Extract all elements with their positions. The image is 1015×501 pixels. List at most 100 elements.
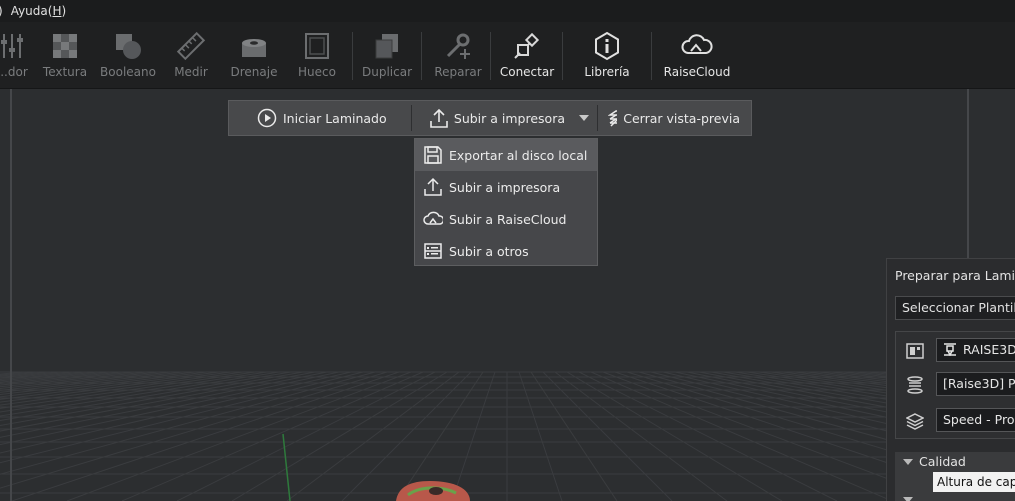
tool-label: Hueco bbox=[298, 65, 336, 79]
menu-item-export-local[interactable]: Exportar al disco local bbox=[415, 139, 597, 171]
start-slicing-label: Iniciar Laminado bbox=[283, 110, 387, 126]
tool-label: Drenaje bbox=[230, 65, 278, 79]
toolbar-separator bbox=[421, 32, 422, 80]
grid-line bbox=[0, 371, 364, 464]
start-slicing-button[interactable]: Iniciar Laminado bbox=[229, 101, 411, 135]
panel-title: Preparar para Lamin bbox=[895, 268, 1015, 283]
chevron-down-icon[interactable] bbox=[579, 115, 589, 121]
sliders-icon bbox=[1, 34, 23, 58]
tool-hueco[interactable]: Hueco bbox=[295, 22, 339, 89]
ruler-icon bbox=[176, 31, 206, 61]
grid-line bbox=[0, 371, 232, 403]
tool-duplicar[interactable]: Duplicar bbox=[361, 22, 413, 89]
layers-icon bbox=[608, 110, 618, 127]
grid-line bbox=[341, 371, 472, 501]
template-select[interactable]: Seleccionar Plantilla bbox=[895, 296, 1015, 320]
profile-field[interactable]: Speed - Pro2 bbox=[936, 408, 1015, 432]
menu-item-label: Subir a RaiseCloud bbox=[449, 211, 567, 227]
tool-sliders[interactable]: ..dor bbox=[0, 22, 36, 89]
printer-row: RAISE3D bbox=[896, 338, 1015, 364]
grid-line bbox=[121, 371, 424, 501]
tool-label: Conectar bbox=[499, 65, 555, 79]
material-row: [Raise3D] Pre bbox=[896, 372, 1015, 398]
toolbar-separator bbox=[352, 32, 353, 80]
tool-label: Textura bbox=[42, 65, 88, 79]
upload-icon bbox=[430, 108, 448, 128]
server-icon bbox=[424, 243, 442, 259]
close-preview-button[interactable]: Cerrar vista-previa bbox=[598, 101, 748, 135]
tool-label: Medir bbox=[174, 65, 208, 79]
cloud-icon bbox=[423, 211, 443, 225]
tool-label: RaiseCloud bbox=[663, 65, 731, 79]
prepare-slicing-panel: Preparar para Lamin Seleccionar Plantill… bbox=[886, 258, 1015, 501]
grid-line bbox=[590, 371, 893, 501]
close-preview-label: Cerrar vista-previa bbox=[623, 110, 740, 126]
tool-booleano[interactable]: Booleano bbox=[99, 22, 157, 89]
tool-reparar[interactable]: Reparar bbox=[432, 22, 484, 89]
grid-line bbox=[0, 371, 220, 400]
menu-item-label: Exportar al disco local bbox=[449, 147, 588, 163]
toolbar-separator bbox=[490, 32, 491, 80]
printer-settings-box: RAISE3D [Raise3D] Pre Speed - Pro2 bbox=[895, 331, 1015, 439]
grid-line bbox=[530, 371, 618, 501]
material-field[interactable]: [Raise3D] Pre bbox=[936, 372, 1015, 396]
tool-label: Reparar bbox=[434, 65, 482, 79]
chevron-down-icon bbox=[903, 497, 913, 501]
chevron-down-icon bbox=[903, 459, 913, 465]
connect-icon bbox=[514, 32, 540, 59]
boolean-icon bbox=[116, 34, 141, 59]
info-icon bbox=[595, 31, 619, 61]
toolbar: ..dor Textura Booleano Medir Drenaje Hue… bbox=[0, 22, 1015, 89]
hollow-icon bbox=[305, 33, 329, 59]
repair-icon bbox=[446, 33, 470, 59]
layer-height-field[interactable]: Altura de cap bbox=[933, 472, 1015, 492]
printer-name: RAISE3D bbox=[963, 342, 1015, 357]
upload-dropdown-menu: Exportar al disco local Subir a impresor… bbox=[414, 138, 598, 266]
menu-item-upload-raisecloud[interactable]: Subir a RaiseCloud bbox=[415, 203, 597, 235]
grid-line bbox=[578, 371, 838, 501]
quality-section[interactable]: Calidad Altura de cap bbox=[895, 452, 1015, 501]
grid-line bbox=[176, 371, 436, 501]
tool-label: Librería bbox=[584, 65, 630, 79]
save-icon bbox=[424, 146, 442, 164]
tool-label: ..dor bbox=[0, 65, 28, 79]
menu-item-truncated[interactable]: ) bbox=[0, 4, 3, 18]
extruder-icon bbox=[944, 343, 956, 357]
menu-item-label: Subir a impresora bbox=[449, 179, 561, 195]
upload-printer-button[interactable]: Subir a impresora bbox=[412, 101, 597, 135]
tool-drenaje[interactable]: Drenaje bbox=[229, 22, 279, 89]
tool-medir[interactable]: Medir bbox=[172, 22, 210, 89]
grid-line bbox=[554, 371, 728, 501]
tool-textura[interactable]: Textura bbox=[41, 22, 89, 89]
upload-icon bbox=[424, 177, 442, 196]
profile-row: Speed - Pro2 bbox=[896, 408, 1015, 434]
menu-item-upload-others[interactable]: Subir a otros bbox=[415, 235, 597, 267]
printer-field[interactable]: RAISE3D bbox=[936, 338, 1015, 362]
grid-line bbox=[451, 371, 496, 501]
action-bar: Iniciar Laminado Subir a impresora Cerra… bbox=[228, 100, 752, 136]
grid-line bbox=[518, 371, 563, 501]
toolbar-separator bbox=[562, 32, 563, 80]
menu-help-text: Ayuda( bbox=[10, 4, 53, 18]
cloud-icon bbox=[681, 34, 713, 54]
tool-label: Booleano bbox=[100, 65, 156, 79]
tool-label: Duplicar bbox=[361, 65, 412, 79]
upload-printer-label: Subir a impresora bbox=[453, 110, 565, 126]
section-title: Calidad bbox=[919, 454, 966, 469]
grid-line bbox=[0, 371, 376, 475]
menu-help-close: ) bbox=[61, 4, 67, 18]
menu-item-label: Subir a otros bbox=[449, 243, 529, 259]
tool-libreria[interactable]: Librería bbox=[580, 22, 634, 89]
spool-icon bbox=[907, 376, 923, 394]
grid-line bbox=[0, 371, 112, 383]
layers-icon bbox=[906, 413, 924, 430]
texture-icon bbox=[53, 34, 77, 58]
menu-item-upload-printer[interactable]: Subir a impresora bbox=[415, 171, 597, 203]
menu-item-ayuda[interactable]: Ayuda(H) bbox=[11, 4, 66, 18]
tool-conectar[interactable]: Conectar bbox=[498, 22, 556, 89]
tool-raisecloud[interactable]: RaiseCloud bbox=[661, 22, 733, 89]
printer-icon bbox=[906, 343, 924, 359]
toolbar-separator bbox=[651, 32, 652, 80]
drain-icon bbox=[242, 39, 266, 57]
duplicate-icon bbox=[375, 34, 398, 59]
